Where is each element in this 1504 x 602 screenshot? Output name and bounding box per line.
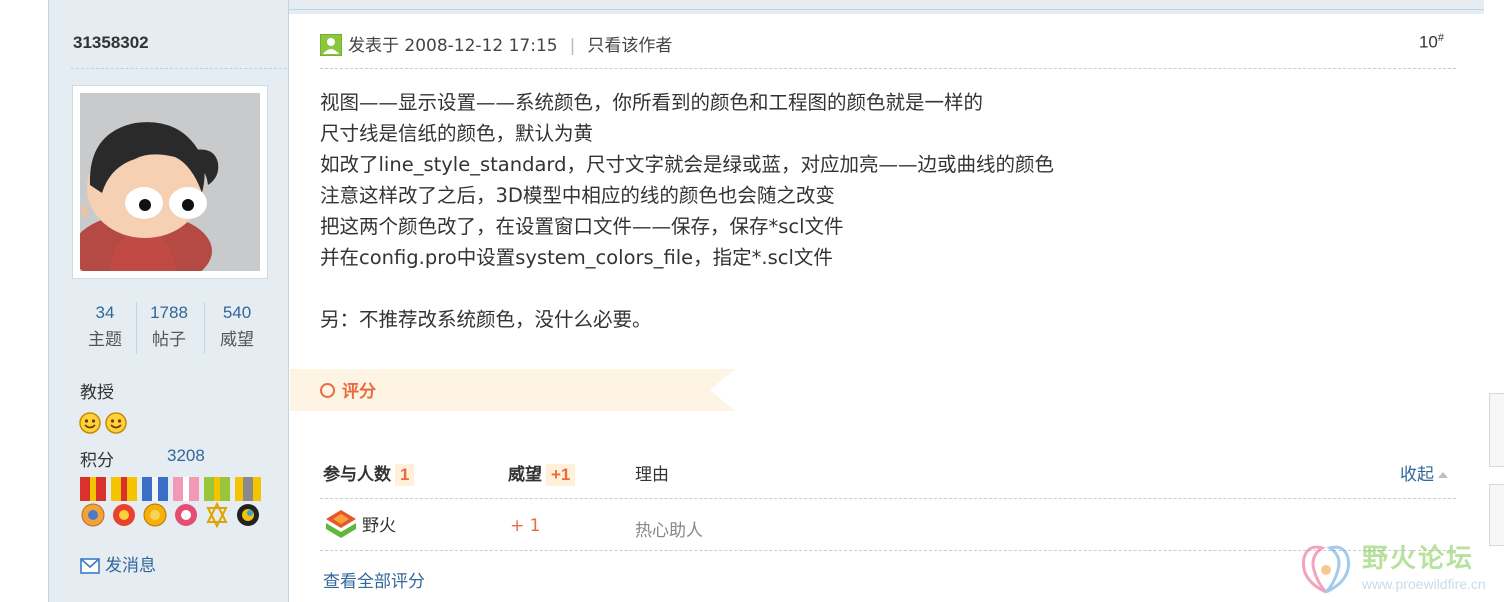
rater-reason: 热心助人 <box>635 521 703 541</box>
smiley-icon <box>105 412 127 434</box>
stat-threads[interactable]: 34 主题 <box>73 300 137 354</box>
site-watermark: 野火论坛 www.proewildfire.cn <box>1296 536 1504 602</box>
post-line: 把这两个颜色改了，在设置窗口文件——保存，保存*scl文件 <box>320 215 844 238</box>
avatar[interactable] <box>72 85 268 279</box>
stat-threads-label: 主题 <box>88 330 122 350</box>
credit-value: 3208 <box>167 446 205 465</box>
post-line: 如改了line_style_standard，尺寸文字就会是绿或蓝，对应加亮——… <box>320 153 1054 176</box>
author-stats: 34 主题 1788 帖子 540 威望 <box>73 300 267 354</box>
collapse-label: 收起 <box>1400 465 1434 485</box>
participants-header: 参与人数 1 <box>323 460 415 486</box>
participants-count-badge: 1 <box>395 464 415 486</box>
smiley-icon <box>79 412 101 434</box>
rating-divider <box>320 550 1456 551</box>
medal-icons <box>80 477 262 533</box>
prestige-header: 威望 +1 <box>508 460 576 486</box>
caret-up-icon <box>1438 472 1448 478</box>
post-line: 尺寸线是信纸的颜色，默认为黄 <box>320 122 594 145</box>
medal-icon <box>111 477 137 526</box>
stat-posts-value: 1788 <box>150 303 188 322</box>
stat-prestige-label: 威望 <box>220 330 254 350</box>
rating-title-label: 评分 <box>342 382 376 402</box>
sidebar-divider <box>71 68 287 69</box>
rank-stars <box>79 410 129 436</box>
medal-icon <box>235 477 261 526</box>
rater-user[interactable]: 野火 <box>324 508 396 542</box>
author-username[interactable]: 31358302 <box>73 33 149 53</box>
watermark-title: 野火论坛 <box>1362 544 1475 574</box>
medal-icon <box>142 477 168 527</box>
stat-posts[interactable]: 1788 帖子 <box>137 300 201 354</box>
post-line <box>320 273 1054 304</box>
envelope-icon <box>80 558 100 574</box>
medal-icon <box>173 477 199 526</box>
view-all-ratings-link[interactable]: 查看全部评分 <box>323 567 425 592</box>
post-floor-number[interactable]: 10# <box>1419 32 1444 53</box>
send-message-label: 发消息 <box>105 556 156 576</box>
post-header-divider <box>320 68 1456 69</box>
floor-mark: # <box>1437 32 1444 44</box>
author-rank: 教授 <box>80 383 114 403</box>
author-sidebar: 31358302 34 主题 1788 帖子 540 威望 教授 积分 3208… <box>48 0 289 602</box>
reason-header: 理由 <box>635 465 669 485</box>
prestige-label: 威望 <box>508 465 542 485</box>
side-float-button[interactable] <box>1489 393 1504 467</box>
stat-threads-value: 34 <box>95 303 115 322</box>
prestige-total-badge: +1 <box>546 464 576 486</box>
post-header: 发表于 2008-12-12 17:15 | 只看该作者 <box>319 31 672 57</box>
post-line: 注意这样改了之后，3D模型中相应的线的颜色也会随之改变 <box>320 184 835 207</box>
credit-label: 积分 <box>80 451 114 471</box>
rater-name: 野火 <box>362 516 396 536</box>
only-author-link[interactable]: 只看该作者 <box>587 36 672 56</box>
watermark-logo-icon <box>1301 545 1351 594</box>
post-timestamp: 发表于 2008-12-12 17:15 <box>348 36 558 56</box>
medal-icon <box>204 477 230 529</box>
avatar-image <box>80 93 260 271</box>
rater-avatar-icon <box>326 510 356 538</box>
medal-icon <box>80 477 106 527</box>
stat-posts-label: 帖子 <box>152 330 186 350</box>
left-gutter <box>0 0 48 602</box>
post-line: 视图——显示设置——系统颜色，你所看到的颜色和工程图的颜色就是一样的 <box>320 91 984 114</box>
send-message-link[interactable]: 发消息 <box>80 551 156 576</box>
stat-prestige-value: 540 <box>222 303 252 322</box>
online-status-icon <box>319 33 343 61</box>
post-body: 视图——显示设置——系统颜色，你所看到的颜色和工程图的颜色就是一样的 尺寸线是信… <box>320 87 1054 335</box>
header-separator: | <box>569 36 576 56</box>
floor-value: 10 <box>1418 32 1438 52</box>
rating-circle-icon <box>320 383 335 398</box>
rating-divider <box>320 498 1456 499</box>
post-line: 并在config.pro中设置system_colors_file，指定*.sc… <box>320 246 833 269</box>
post-line: 另：不推荐改系统颜色，没什么必要。 <box>320 308 652 331</box>
stat-prestige[interactable]: 540 威望 <box>205 300 269 354</box>
rater-prestige: + 1 <box>510 516 541 536</box>
collapse-ratings-link[interactable]: 收起 <box>1400 460 1448 485</box>
rating-title: 评分 <box>320 377 376 402</box>
participants-label: 参与人数 <box>323 465 391 485</box>
watermark-url: www.proewildfire.cn <box>1362 576 1486 592</box>
